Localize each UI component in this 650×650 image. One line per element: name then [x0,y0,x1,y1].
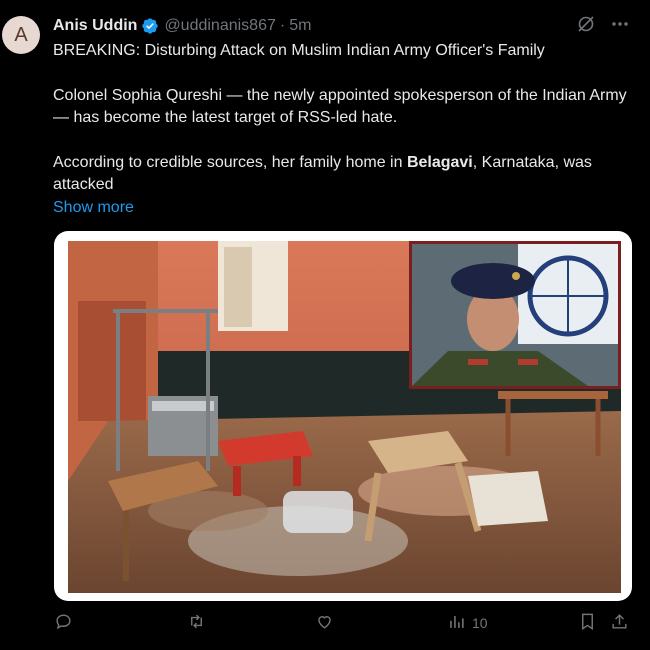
reply-icon [54,612,73,634]
tweet[interactable]: A Anis Uddin @uddinanis867 · 5m BREAKING… [0,0,650,650]
grok-icon[interactable] [576,14,596,34]
media-card[interactable] [54,231,632,601]
location-bold: Belagavi [406,153,473,171]
like-icon [315,612,334,634]
author-name[interactable]: Anis Uddin [53,17,137,35]
share-button[interactable] [610,612,629,634]
tweet-header: Anis Uddin @uddinanis867 · 5m [53,15,311,37]
author-handle[interactable]: @uddinanis867 [164,17,275,35]
avatar-letter: A [14,23,28,46]
tweet-text: BREAKING: Disturbing Attack on Muslim In… [53,40,643,219]
top-right-icons [576,14,630,34]
bookmark-icon [578,612,597,634]
ransacked-room-photo [68,241,621,593]
like-button[interactable] [315,612,334,634]
views-button[interactable]: 10 [447,612,488,634]
bookmark-button[interactable] [578,612,597,634]
views-count: 10 [472,615,488,631]
verified-badge-icon [141,17,159,35]
action-bar: 10 [0,612,650,642]
retweet-button[interactable] [187,612,206,634]
share-icon [610,612,629,634]
reply-button[interactable] [54,612,73,634]
more-dots-icon[interactable] [610,14,630,34]
retweet-icon [187,612,206,634]
tweet-paragraph-3: According to credible sources, her famil… [53,152,643,197]
show-more-link[interactable]: Show more [53,199,134,216]
tweet-line-1: BREAKING: Disturbing Attack on Muslim In… [53,42,545,59]
views-icon [447,612,466,634]
tweet-paragraph-2: Colonel Sophia Qureshi — the newly appoi… [53,86,627,127]
separator-dot: · [279,17,286,34]
para3-text-start: According to credible sources, her famil… [53,153,407,171]
post-time[interactable]: 5m [289,17,311,35]
avatar[interactable]: A [2,16,40,54]
